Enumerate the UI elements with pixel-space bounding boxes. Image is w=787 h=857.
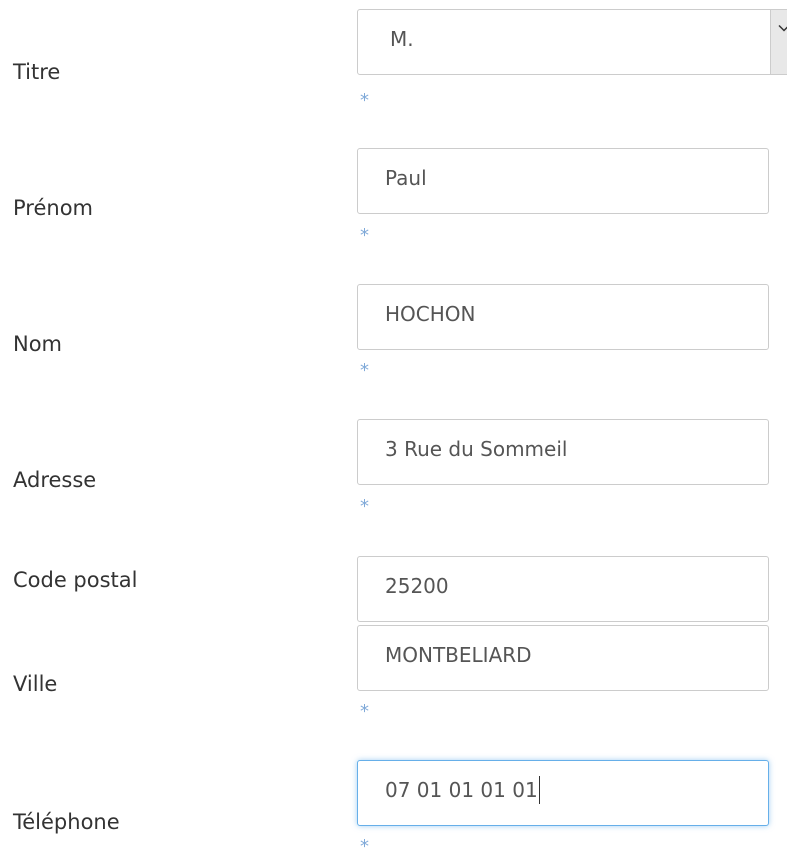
telephone-input-value: 07 01 01 01 01 — [385, 778, 538, 802]
ville-input[interactable]: MONTBELIARD — [357, 625, 769, 691]
prenom-label: Prénom — [13, 198, 93, 219]
select-arrow-button[interactable] — [770, 10, 787, 74]
prenom-input-value: Paul — [385, 166, 427, 190]
prenom-required-mark: * — [360, 227, 369, 245]
telephone-input[interactable]: 07 01 01 01 01 — [357, 760, 769, 826]
telephone-required-mark: * — [360, 838, 369, 856]
adresse-label: Adresse — [13, 470, 96, 491]
nom-label: Nom — [13, 334, 62, 355]
nom-required-mark: * — [360, 362, 369, 380]
ville-label: Ville — [13, 674, 57, 695]
text-cursor — [539, 776, 541, 804]
titre-label: Titre — [13, 62, 60, 83]
code-postal-label: Code postal — [13, 570, 138, 591]
code-postal-input[interactable]: 25200 — [357, 556, 769, 622]
code-postal-input-value: 25200 — [385, 574, 449, 598]
titre-required-mark: * — [360, 92, 369, 110]
nom-input[interactable]: HOCHON — [357, 284, 769, 350]
ville-input-value: MONTBELIARD — [385, 643, 532, 667]
adresse-input-value: 3 Rue du Sommeil — [385, 437, 567, 461]
titre-selected-value: M. — [390, 27, 414, 51]
chevron-down-icon — [778, 24, 787, 32]
telephone-label: Téléphone — [13, 812, 120, 833]
adresse-required-mark: * — [360, 498, 369, 516]
prenom-input[interactable]: Paul — [357, 148, 769, 214]
adresse-input[interactable]: 3 Rue du Sommeil — [357, 419, 769, 485]
nom-input-value: HOCHON — [385, 302, 476, 326]
ville-required-mark: * — [360, 703, 369, 721]
titre-select[interactable]: M. — [357, 9, 787, 75]
